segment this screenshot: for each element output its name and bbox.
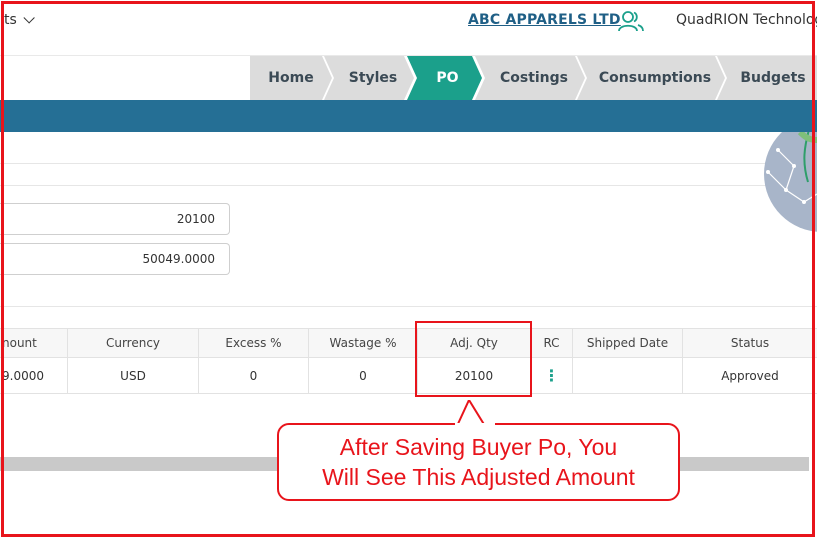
cell-amount: 9.0000: [0, 358, 68, 393]
decorative-globe-graphic: [764, 132, 817, 232]
row-actions-cell: ⋮: [531, 358, 573, 393]
column-header-shipped-date[interactable]: Shipped Date: [573, 329, 683, 357]
tab-home[interactable]: Home: [250, 56, 332, 100]
cell-wastage: 0: [309, 358, 418, 393]
tab-costings[interactable]: Costings: [475, 56, 585, 100]
callout-pointer: [455, 400, 495, 426]
menu-dropdown[interactable]: ts: [4, 12, 35, 28]
tab-consumptions[interactable]: Consumptions: [577, 56, 725, 100]
cell-shipped-date: [573, 358, 683, 393]
kebab-menu-icon[interactable]: ⋮: [544, 367, 560, 384]
annotation-callout: After Saving Buyer Po, You Will See This…: [277, 423, 680, 501]
column-header-currency[interactable]: Currency: [68, 329, 199, 357]
divider: [0, 185, 817, 186]
column-header-excess[interactable]: Excess %: [199, 329, 309, 357]
column-header-status[interactable]: Status: [683, 329, 817, 357]
tab-po[interactable]: PO: [407, 56, 482, 100]
callout-line-2: Will See This Adjusted Amount: [322, 464, 635, 490]
top-bar: ts ABC APPARELS LTD QuadRION Technologie…: [0, 0, 817, 56]
tab-styles[interactable]: Styles: [324, 56, 414, 100]
divider: [0, 163, 817, 164]
tab-po-label: PO: [436, 70, 459, 86]
divider: [0, 306, 817, 307]
table-header: nount Currency Excess % Wastage % Adj. Q…: [0, 328, 817, 358]
company-link[interactable]: ABC APPARELS LTD: [468, 12, 621, 28]
quantity-value: 20100: [176, 212, 215, 226]
table-row[interactable]: 9.0000 USD 0 0 20100 ⋮ Approved: [0, 358, 817, 394]
users-icon[interactable]: [618, 10, 644, 32]
chevron-down-icon: [23, 12, 35, 24]
amount-value: 50049.0000: [142, 252, 215, 266]
tab-home-label: Home: [268, 70, 314, 86]
tab-styles-label: Styles: [348, 70, 398, 86]
section-header-band: [0, 100, 817, 132]
tab-consumptions-label: Consumptions: [598, 70, 712, 86]
cell-currency: USD: [68, 358, 199, 393]
column-header-rc[interactable]: RC: [531, 329, 573, 357]
amount-field[interactable]: 50049.0000: [0, 243, 230, 275]
cell-excess: 0: [199, 358, 309, 393]
tab-costings-label: Costings: [499, 70, 569, 86]
tab-budgets-label: Budgets: [740, 70, 806, 86]
cell-status: Approved: [721, 368, 779, 383]
column-header-wastage[interactable]: Wastage %: [309, 329, 418, 357]
tenant-name[interactable]: QuadRION Technologies: [676, 12, 817, 28]
menu-dropdown-label: ts: [4, 12, 17, 28]
callout-line-1: After Saving Buyer Po, You: [339, 434, 618, 460]
quantity-field[interactable]: 20100: [0, 203, 230, 235]
breadcrumb: Home Styles PO Costings Consumptions Bud…: [250, 56, 817, 100]
column-header-amount[interactable]: nount: [0, 329, 68, 357]
adj-qty-highlight-box: [415, 321, 532, 397]
tab-budgets[interactable]: Budgets: [717, 56, 817, 100]
